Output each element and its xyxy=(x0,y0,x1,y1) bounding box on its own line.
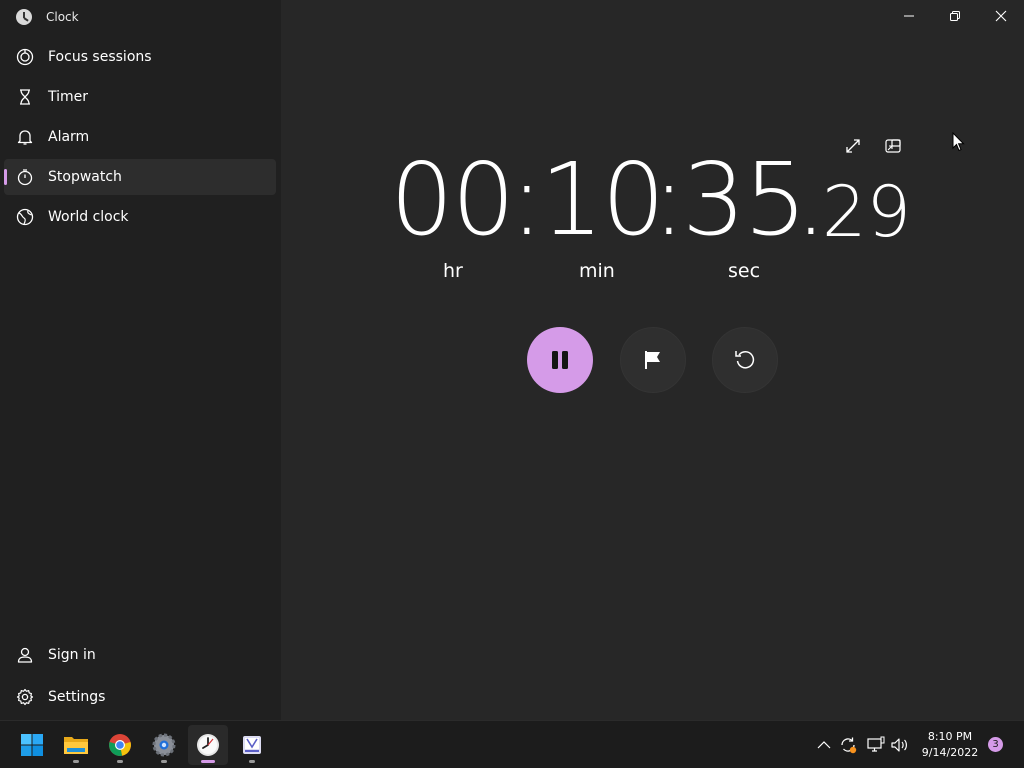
taskbar-time: 8:10 PM xyxy=(927,730,973,743)
flag-icon xyxy=(645,351,660,369)
sidebar-item-focus-sessions[interactable]: Focus sessions xyxy=(4,39,276,75)
globe-icon xyxy=(16,208,34,226)
running-indicator xyxy=(249,760,255,763)
show-hidden-icons-button[interactable] xyxy=(814,735,834,755)
sign-in-button[interactable]: Sign in xyxy=(4,637,276,673)
settings-label: Settings xyxy=(48,689,106,705)
running-indicator xyxy=(161,760,167,763)
focus-icon xyxy=(16,48,34,66)
sync-status-button[interactable] xyxy=(838,735,858,755)
sidebar-item-label: Focus sessions xyxy=(48,49,152,65)
start-button[interactable] xyxy=(12,725,52,765)
taskbar-file-explorer[interactable] xyxy=(56,725,96,765)
settings-button[interactable]: Settings xyxy=(4,679,276,715)
chrome-icon xyxy=(109,734,131,756)
start-icon xyxy=(21,734,43,756)
taskbar-snipping-tool[interactable] xyxy=(232,725,272,765)
seconds-value: 35 xyxy=(682,141,807,258)
taskbar-date: 9/14/2022 xyxy=(921,746,979,759)
minimize-icon xyxy=(904,15,914,17)
volume-button[interactable] xyxy=(890,735,910,755)
mouse-cursor-icon xyxy=(952,131,966,156)
decimal-point: . xyxy=(795,141,827,258)
snipping-tool-icon xyxy=(243,736,261,754)
hours-value: 00 xyxy=(390,141,515,258)
file-explorer-icon xyxy=(64,737,88,754)
sidebar-item-label: Stopwatch xyxy=(48,169,122,185)
app-title: Clock xyxy=(46,10,79,24)
clock-logo-icon xyxy=(16,9,32,25)
taskbar: 8:10 PM 9/14/2022 3 xyxy=(0,720,1024,768)
gear-icon xyxy=(16,688,34,706)
network-button[interactable] xyxy=(866,735,886,755)
separator: : xyxy=(510,141,544,258)
network-icon xyxy=(867,736,885,752)
minutes-unit-label: min xyxy=(579,260,615,282)
speaker-icon xyxy=(891,738,907,752)
running-indicator xyxy=(73,760,79,763)
taskbar-clock-date[interactable]: 8:10 PM 9/14/2022 xyxy=(918,729,982,761)
taskbar-chrome[interactable] xyxy=(100,725,140,765)
sidebar-item-world-clock[interactable]: World clock xyxy=(4,199,276,235)
running-indicator xyxy=(117,760,123,763)
sync-icon xyxy=(841,737,857,754)
close-button[interactable] xyxy=(978,0,1024,32)
hours-unit-label: hr xyxy=(443,260,463,282)
active-indicator xyxy=(201,760,215,763)
sidebar-item-timer[interactable]: Timer xyxy=(4,79,276,115)
pause-icon xyxy=(552,351,568,369)
restore-icon xyxy=(950,11,960,21)
minimize-button[interactable] xyxy=(886,0,932,32)
reset-icon xyxy=(735,351,755,369)
person-icon xyxy=(16,646,34,664)
lap-button[interactable] xyxy=(620,327,686,393)
sign-in-label: Sign in xyxy=(48,647,96,663)
sidebar-item-alarm[interactable]: Alarm xyxy=(4,119,276,155)
sidebar-item-label: Timer xyxy=(48,89,89,105)
stopwatch-icon xyxy=(16,168,34,186)
separator: : xyxy=(652,141,686,258)
taskbar-clock[interactable] xyxy=(188,725,228,765)
app-title-bar: Clock xyxy=(16,9,79,25)
notification-badge[interactable]: 3 xyxy=(988,737,1003,752)
sidebar-item-stopwatch[interactable]: Stopwatch xyxy=(4,159,276,195)
sidebar-item-label: Alarm xyxy=(48,129,90,145)
taskbar-settings[interactable] xyxy=(144,725,184,765)
hundredths-value: 29 xyxy=(822,171,912,253)
bell-icon xyxy=(16,128,34,146)
pause-button[interactable] xyxy=(527,327,593,393)
hourglass-icon xyxy=(16,88,34,106)
reset-button[interactable] xyxy=(712,327,778,393)
stopwatch-time-display: 00 : 10 : 35 . 29 xyxy=(390,140,920,260)
sidebar-item-label: World clock xyxy=(48,209,129,225)
seconds-unit-label: sec xyxy=(728,260,761,282)
minutes-value: 10 xyxy=(540,141,665,258)
chevron-up-icon xyxy=(817,741,831,749)
sidebar: Clock Focus sessions Timer Alarm Stopwat… xyxy=(0,0,281,720)
close-icon xyxy=(995,10,1007,22)
clock-icon xyxy=(197,734,219,756)
restore-button[interactable] xyxy=(932,0,978,32)
settings-icon xyxy=(152,733,176,757)
